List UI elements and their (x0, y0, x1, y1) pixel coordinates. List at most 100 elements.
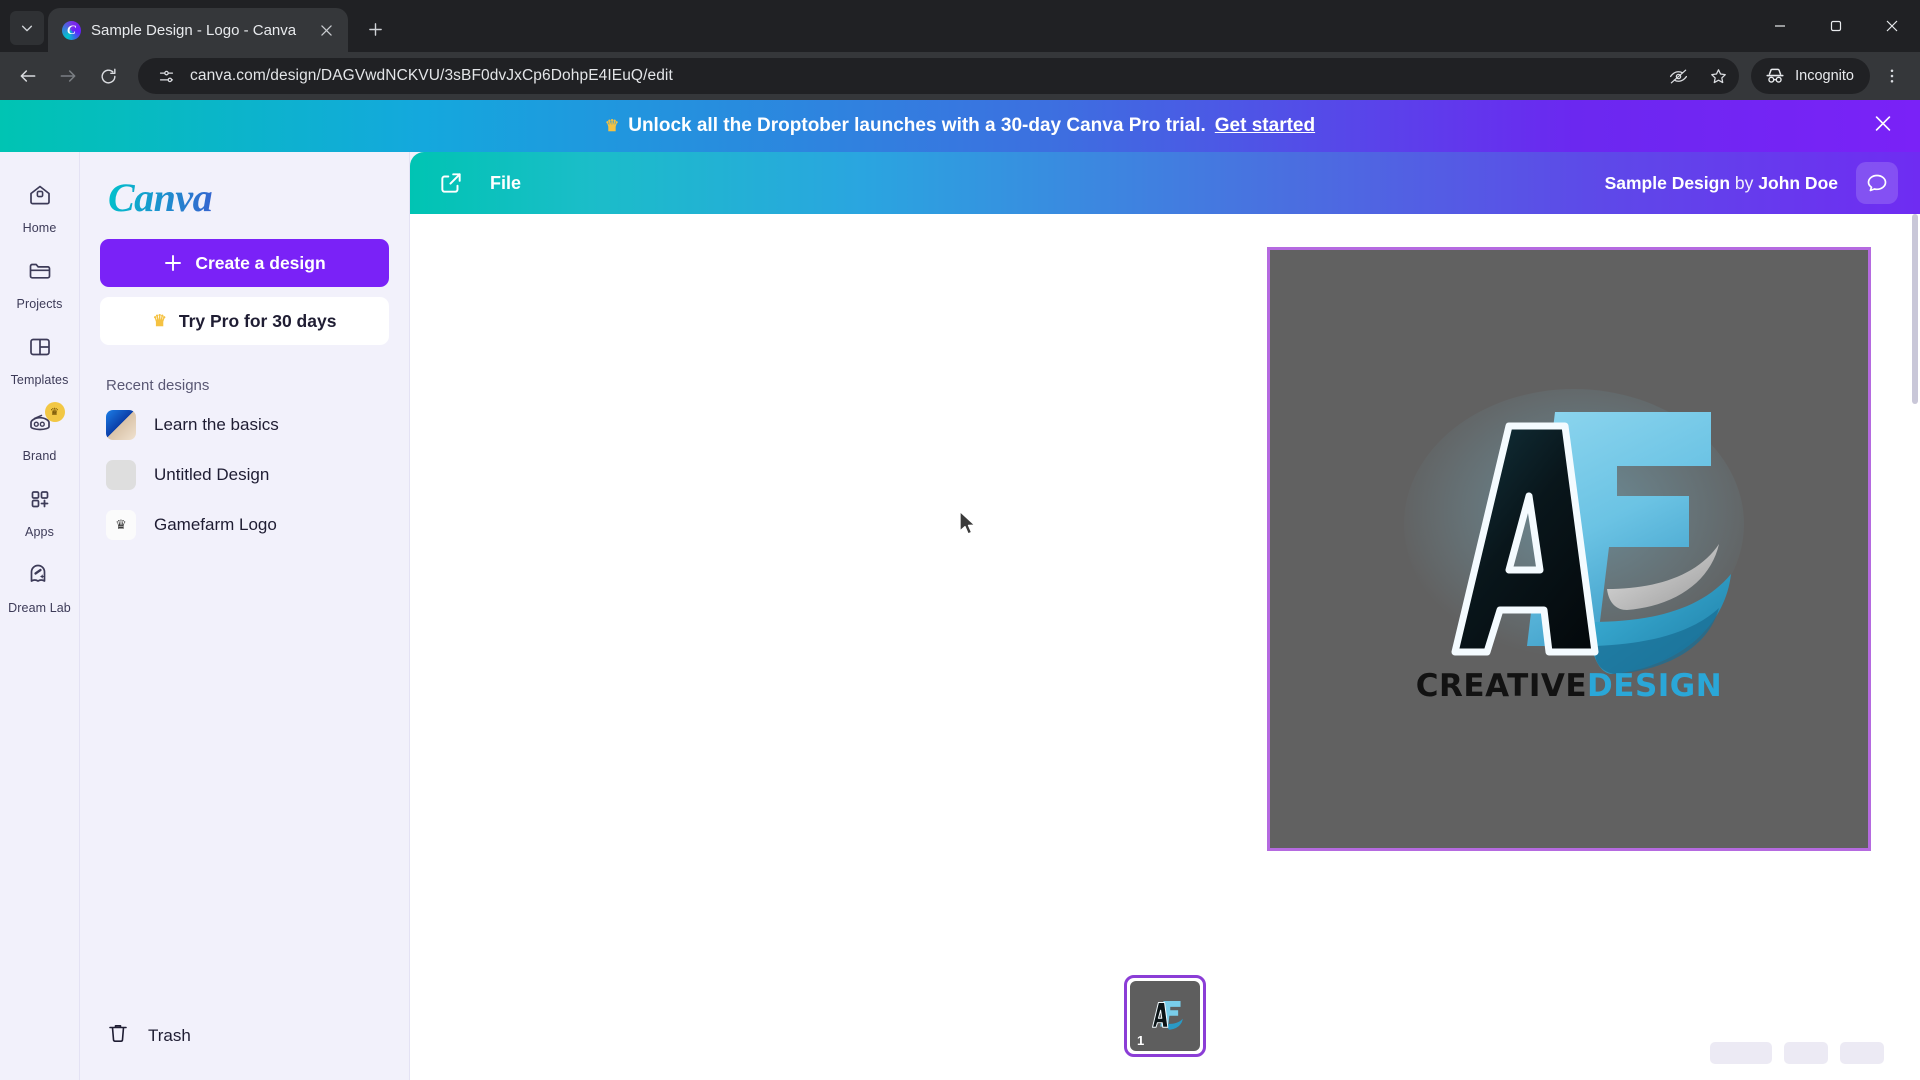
dream-lab-icon (26, 561, 54, 594)
promo-message: Unlock all the Droptober launches with a… (628, 115, 1206, 136)
arrow-forward-icon (60, 70, 76, 82)
get-started-link[interactable]: Get started (1215, 115, 1315, 137)
promo-close-button[interactable] (1872, 113, 1894, 140)
af-logo-svg (1404, 389, 1744, 674)
eye-slash-icon (1669, 69, 1687, 83)
bookmark-button[interactable] (1703, 61, 1733, 91)
logo-artwork[interactable]: CREATIVEDESIGN (1359, 384, 1779, 714)
incognito-label: Incognito (1795, 68, 1854, 84)
tab-search-button[interactable] (10, 11, 44, 45)
incognito-indicator[interactable]: Incognito (1751, 58, 1870, 94)
templates-icon (26, 333, 54, 366)
maximize-icon (1830, 20, 1842, 32)
create-button-label: Create a design (195, 252, 326, 273)
page-thumb-logo-icon (1152, 1000, 1183, 1030)
crown-icon: ♛ (604, 118, 620, 135)
promo-banner: ♛ Unlock all the Droptober launches with… (0, 100, 1920, 152)
design-author: John Doe (1758, 172, 1838, 193)
reload-button[interactable] (90, 58, 126, 94)
site-settings-icon (159, 70, 173, 82)
plus-icon (165, 255, 182, 271)
recent-design-item[interactable]: Untitled Design (100, 450, 389, 500)
secondary-panel: Canva Create a design ♛ Try Pro for 30 d… (80, 152, 410, 1080)
tagline-design: DESIGN (1587, 668, 1723, 704)
sidebar-item-label: Home (22, 221, 57, 235)
page-thumbnail[interactable]: 1 (1124, 975, 1206, 1057)
try-pro-label: Try Pro for 30 days (178, 310, 337, 331)
file-menu-button[interactable]: File (490, 173, 521, 194)
page-content: ♛ Unlock all the Droptober launches with… (0, 100, 1920, 1080)
canva-logo[interactable]: Canva (108, 174, 389, 221)
crown-icon: ♛ (152, 313, 167, 330)
tagline-creative: CREATIVE (1415, 668, 1588, 704)
page-strip: 1 (410, 970, 1920, 1062)
recent-design-label: Learn the basics (154, 415, 279, 434)
url-text[interactable]: canva.com/design/DAGVwdNCKVU/3sBF0dvJxCp… (190, 67, 1653, 85)
tab-title: Sample Design - Logo - Canva (91, 21, 297, 39)
design-title[interactable]: Sample Design by John Doe (1605, 173, 1838, 194)
sidebar-item-dream-lab[interactable]: Dream Lab (4, 548, 76, 624)
star-icon (1710, 68, 1726, 83)
app-body: Home Projects Templates ♛ Brand Apps Dre… (0, 152, 1920, 1080)
comment-bubble-icon (1867, 174, 1887, 192)
page-number: 1 (1137, 1033, 1145, 1048)
pages-control-placeholder[interactable] (1784, 1042, 1828, 1064)
try-pro-button[interactable]: ♛ Try Pro for 30 days (100, 297, 389, 345)
window-close-button[interactable] (1864, 0, 1920, 52)
sidebar-item-trash[interactable]: Trash (100, 1005, 389, 1080)
canvas-area[interactable]: CREATIVEDESIGN 1 (410, 214, 1920, 1080)
browser-window: C Sample Design - Logo - Canva canva.com… (0, 0, 1920, 1080)
editor-toolbar: File Sample Design by John Doe (410, 152, 1920, 214)
apps-grid-plus-icon (26, 485, 54, 518)
zoom-control-placeholder[interactable] (1710, 1042, 1772, 1064)
sidebar-item-projects[interactable]: Projects (4, 244, 76, 320)
page-thumbnail-preview: 1 (1130, 981, 1200, 1051)
trash-label: Trash (148, 1025, 191, 1045)
back-button[interactable] (10, 58, 46, 94)
sidebar-item-brand[interactable]: ♛ Brand (4, 396, 76, 472)
tab-close-button[interactable] (314, 18, 338, 42)
recent-design-item[interactable]: Learn the basics (100, 400, 389, 450)
tracking-protection-button[interactable] (1663, 61, 1693, 91)
address-bar[interactable]: canva.com/design/DAGVwdNCKVU/3sBF0dvJxCp… (138, 58, 1740, 94)
browser-menu-button[interactable] (1874, 58, 1910, 94)
chevron-down-icon (21, 25, 33, 32)
new-tab-button[interactable] (358, 12, 392, 46)
tab-strip: C Sample Design - Logo - Canva (0, 0, 1920, 52)
sidebar-item-label: Projects (16, 297, 63, 311)
three-dots-menu-icon (1890, 69, 1894, 83)
comment-button[interactable] (1856, 162, 1898, 204)
sidebar-item-label: Templates (10, 373, 69, 387)
recent-designs-header: Recent designs (106, 377, 210, 394)
browser-toolbar: canva.com/design/DAGVwdNCKVU/3sBF0dvJxCp… (0, 52, 1920, 100)
design-editor: File Sample Design by John Doe CREATIVED… (410, 152, 1920, 1080)
minimize-button[interactable] (1752, 0, 1808, 52)
sidebar-item-label: Apps (25, 525, 54, 539)
site-settings-button[interactable] (152, 62, 180, 90)
browser-tab[interactable]: C Sample Design - Logo - Canva (48, 8, 348, 52)
window-close-icon (1886, 20, 1898, 32)
design-canvas[interactable]: CREATIVEDESIGN (1267, 247, 1871, 851)
design-by-text: by (1730, 172, 1759, 193)
sidebar-item-templates[interactable]: Templates (4, 320, 76, 396)
logo-tagline: CREATIVEDESIGN (1359, 668, 1779, 704)
open-external-icon[interactable] (438, 170, 464, 196)
maximize-button[interactable] (1808, 0, 1864, 52)
forward-button[interactable] (50, 58, 86, 94)
create-a-design-button[interactable]: Create a design (100, 239, 389, 287)
crown-icon: ♛ (44, 402, 65, 422)
sidebar-item-home[interactable]: Home (4, 168, 76, 244)
bottom-controls-placeholder (1710, 1042, 1884, 1064)
sidebar-item-label: Dream Lab (8, 601, 71, 615)
canvas-scrollbar[interactable] (1912, 214, 1918, 404)
incognito-hat-icon (1766, 68, 1784, 83)
sidebar-item-apps[interactable]: Apps (4, 472, 76, 548)
recent-design-item[interactable]: ♛ Gamefarm Logo (100, 500, 389, 550)
close-icon (1875, 116, 1891, 131)
plus-icon (368, 22, 382, 36)
promo-text: ♛ Unlock all the Droptober launches with… (605, 115, 1315, 137)
recent-design-label: Untitled Design (154, 465, 270, 484)
canva-favicon: C (62, 20, 81, 40)
grid-control-placeholder[interactable] (1840, 1042, 1884, 1064)
reload-icon (100, 68, 116, 84)
